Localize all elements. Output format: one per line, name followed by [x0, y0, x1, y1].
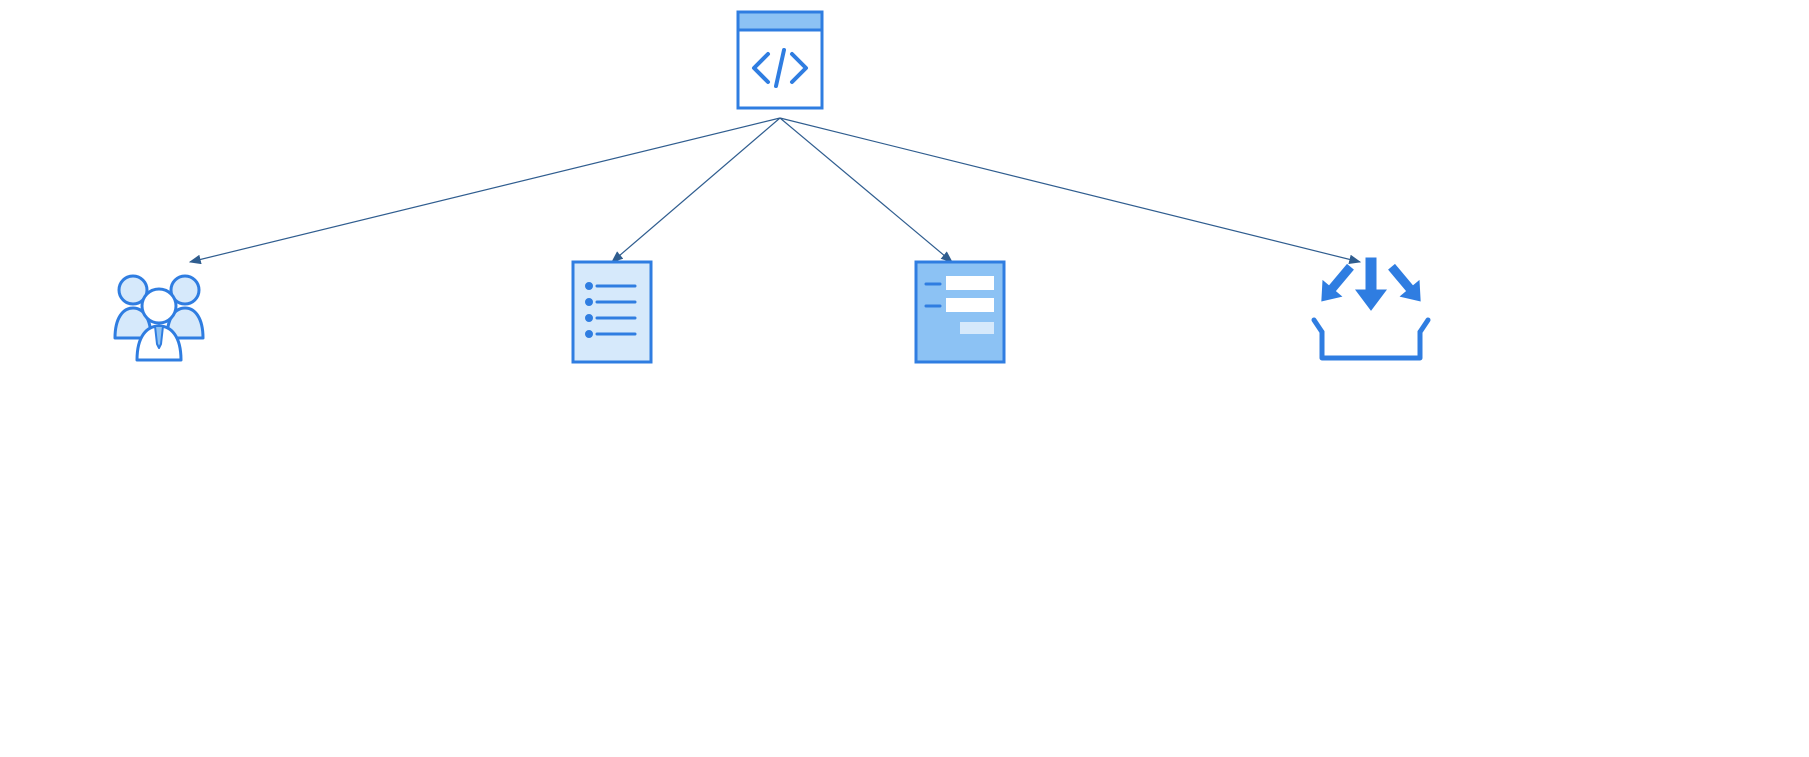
connector-arrows — [190, 118, 1360, 262]
form-icon — [916, 262, 1004, 362]
users-icon — [115, 276, 203, 360]
arrow-to-users — [190, 118, 780, 262]
code-icon — [738, 12, 822, 108]
list-icon — [573, 262, 651, 362]
arrow-to-list — [612, 118, 780, 262]
arrow-to-inbox — [780, 118, 1360, 262]
inbox-icon — [1313, 258, 1430, 358]
